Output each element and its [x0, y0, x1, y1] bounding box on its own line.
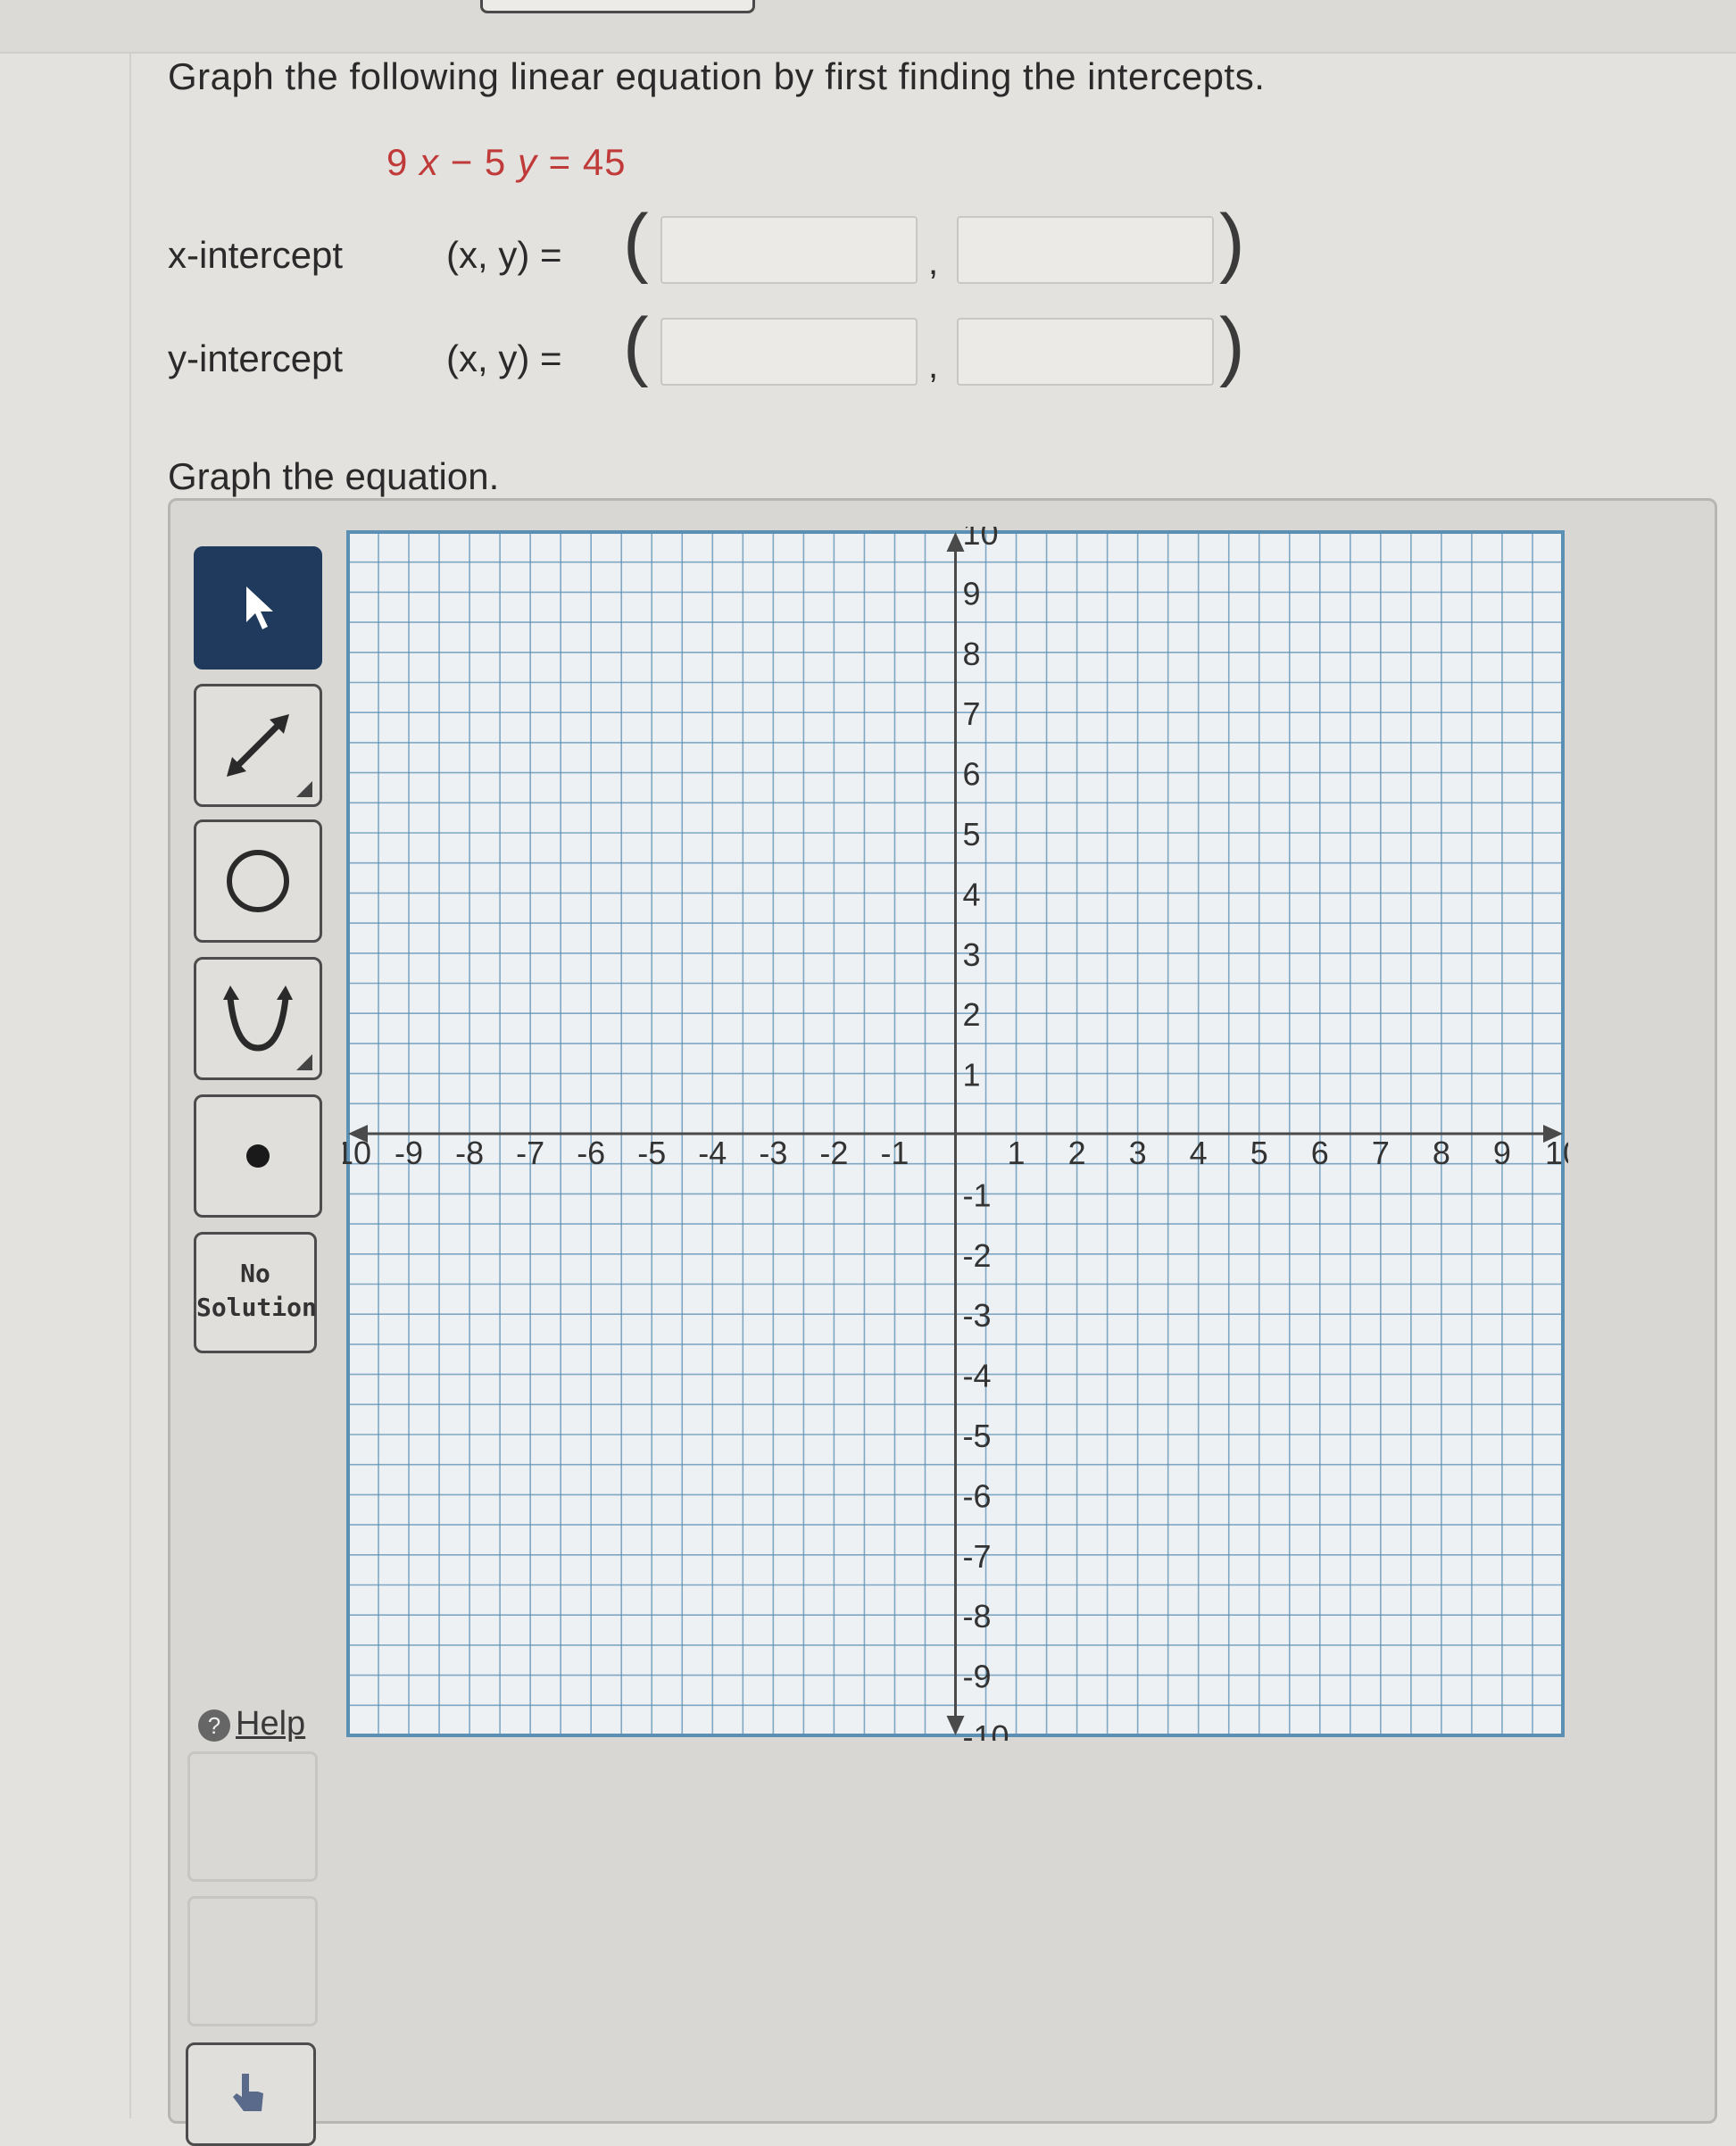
y-intercept-x-input[interactable]: [660, 318, 918, 386]
circle-icon: [227, 850, 289, 912]
line-segment-icon: [227, 714, 289, 777]
delete-button[interactable]: [187, 1896, 318, 2026]
x-intercept-comma: ,: [928, 243, 939, 282]
x-tick-label: -9: [395, 1135, 423, 1171]
parabola-icon: [223, 986, 293, 1052]
y-intercept-open-paren: (: [623, 303, 649, 388]
y-tick-label: -5: [963, 1418, 992, 1454]
x-tick-label: 4: [1190, 1135, 1208, 1171]
x-tick-label: 7: [1372, 1135, 1390, 1171]
y-tick-label: 6: [963, 756, 981, 793]
x-tick-label: -1: [880, 1135, 909, 1171]
hand-icon: [233, 2074, 263, 2111]
x-tick-label: 10: [1545, 1135, 1568, 1171]
equation-minus: −: [450, 141, 474, 183]
point-tool-button[interactable]: [194, 1094, 322, 1218]
equation-equals: =: [548, 141, 572, 183]
y-tick-label: 5: [963, 816, 981, 853]
y-tick-label: 2: [963, 996, 981, 1033]
x-intercept-x-input[interactable]: [660, 216, 918, 284]
y-tick-label: -4: [963, 1358, 992, 1394]
x-intercept-close-paren: ): [1219, 199, 1245, 285]
x-tick-label: 9: [1493, 1135, 1511, 1171]
select-tool-button[interactable]: [194, 546, 322, 670]
circle-tool-button[interactable]: [194, 819, 322, 943]
y-tick-label: 3: [963, 936, 981, 973]
y-tick-label: -1: [963, 1177, 992, 1213]
y-intercept-comma: ,: [928, 346, 939, 386]
point-icon: [246, 1144, 270, 1168]
expand-corner-icon: [296, 781, 312, 797]
x-tick-label: 1: [1008, 1135, 1026, 1171]
y-tick-label: 10: [963, 527, 999, 552]
x-intercept-pair-label: (x, y) =: [446, 234, 562, 276]
line-tool-button[interactable]: [194, 684, 322, 807]
expand-corner-icon: [296, 1054, 312, 1070]
equation-a: 9: [386, 141, 409, 183]
x-tick-label: -3: [759, 1135, 787, 1171]
help-icon: ?: [198, 1709, 230, 1742]
x-tick-label: 3: [1129, 1135, 1147, 1171]
top-strip: [0, 0, 1736, 54]
no-solution-line2: Solution: [196, 1293, 317, 1322]
x-tick-label: -5: [637, 1135, 666, 1171]
x-intercept-open-paren: (: [623, 199, 649, 285]
help-label: Help: [236, 1705, 306, 1743]
arrow-pointer-icon: [246, 586, 273, 629]
equation-b: 5: [484, 141, 507, 183]
top-tab[interactable]: [480, 0, 755, 13]
y-intercept-y-input[interactable]: [957, 318, 1214, 386]
y-intercept-pair-label: (x, y) =: [446, 337, 562, 379]
x-tick-label: 8: [1433, 1135, 1450, 1171]
y-tick-label: -9: [963, 1659, 992, 1695]
x-tick-label: 6: [1311, 1135, 1329, 1171]
help-link[interactable]: ? Help: [198, 1705, 305, 1743]
y-tick-label: -2: [963, 1237, 992, 1274]
x-tick-label: -7: [516, 1135, 544, 1171]
parabola-tool-button[interactable]: [194, 957, 322, 1080]
y-tick-label: 8: [963, 636, 981, 672]
graph-prompt: Graph the equation.: [168, 455, 500, 497]
clear-all-button[interactable]: [187, 1751, 318, 1882]
equation-x: x: [419, 141, 440, 183]
x-tick-label: 2: [1068, 1135, 1086, 1171]
graph-svg[interactable]: -10 -9 -8 -7 -6 -5 -4 -3 -2 -1 1 2 3 4 5 6 7 8 9 10 10 9 8 7 6 5 4…: [325, 515, 1581, 1755]
x-tick-label: -8: [455, 1135, 484, 1171]
y-tick-label: -10: [963, 1718, 1009, 1741]
no-solution-button[interactable]: No Solution: [194, 1232, 317, 1353]
hand-tool-button[interactable]: [186, 2042, 316, 2146]
equation-c: 45: [582, 141, 627, 183]
y-tick-label: -7: [963, 1538, 992, 1575]
equation: 9 x − 5 y = 45: [386, 141, 627, 184]
y-intercept-close-paren: ): [1219, 303, 1245, 388]
x-intercept-label: x-intercept: [168, 234, 344, 276]
x-tick-label: -6: [577, 1135, 605, 1171]
y-tick-label: 4: [963, 876, 981, 912]
x-tick-label: -4: [698, 1135, 727, 1171]
x-intercept-y-input[interactable]: [957, 216, 1214, 284]
y-tick-label: 9: [963, 575, 981, 611]
y-intercept-label: y-intercept: [168, 337, 344, 379]
left-divider: [129, 52, 131, 2118]
coordinate-plane[interactable]: -10 -9 -8 -7 -6 -5 -4 -3 -2 -1 1 2 3 4 5 6 7 8 9 10 10 9 8 7 6 5 4…: [325, 515, 1581, 1755]
no-solution-line1: No: [240, 1259, 270, 1288]
y-tick-label: -3: [963, 1297, 992, 1334]
x-tick-label: -10: [343, 1135, 371, 1171]
x-tick-label: 5: [1250, 1135, 1268, 1171]
x-tick-label: -2: [819, 1135, 848, 1171]
y-tick-label: -8: [963, 1598, 992, 1634]
question-instruction: Graph the following linear equation by f…: [168, 55, 1266, 97]
y-tick-label: 1: [963, 1057, 981, 1094]
y-tick-label: 7: [963, 695, 981, 732]
y-tick-label: -6: [963, 1477, 992, 1514]
equation-y: y: [517, 141, 537, 183]
